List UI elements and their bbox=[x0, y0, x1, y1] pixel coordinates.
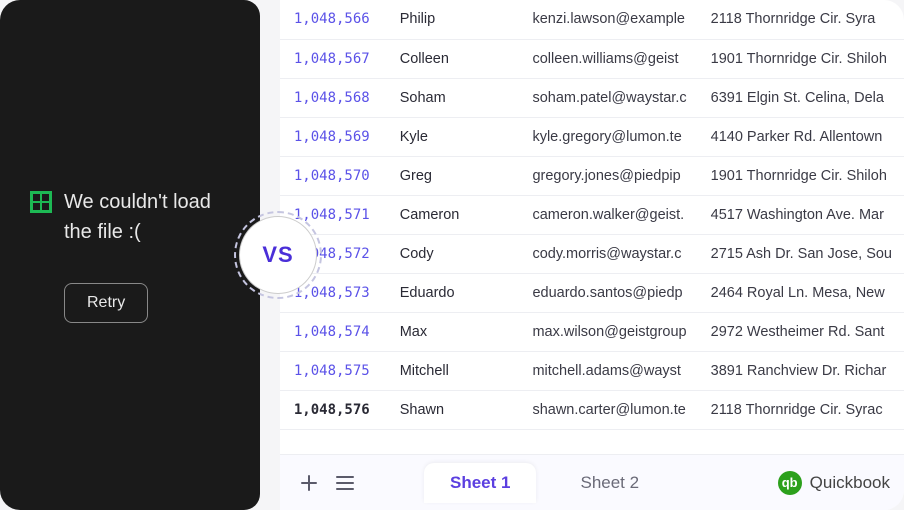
table-row[interactable]: 1,048,567Colleencolleen.williams@geist19… bbox=[280, 39, 904, 78]
cell-name: Greg bbox=[388, 156, 521, 195]
vs-badge: VS bbox=[242, 219, 314, 291]
cell-name: Colleen bbox=[388, 39, 521, 78]
cell-address: 2464 Royal Ln. Mesa, New bbox=[699, 273, 904, 312]
cell-address: 2972 Westheimer Rd. Sant bbox=[699, 312, 904, 351]
cell-id: 1,048,567 bbox=[280, 39, 388, 78]
table-row[interactable]: 1,048,568Sohamsoham.patel@waystar.c6391 … bbox=[280, 78, 904, 117]
cell-id: 1,048,569 bbox=[280, 117, 388, 156]
cell-address: 2118 Thornridge Cir. Syrac bbox=[699, 390, 904, 429]
cell-email: mitchell.adams@wayst bbox=[520, 351, 698, 390]
cell-name: Shawn bbox=[388, 390, 521, 429]
sheet-tabbar: Sheet 1 Sheet 2 qb Quickbook bbox=[280, 454, 904, 510]
table-row[interactable]: 1,048,571Cameroncameron.walker@geist.451… bbox=[280, 195, 904, 234]
cell-id: 1,048,574 bbox=[280, 312, 388, 351]
cell-email: max.wilson@geistgroup bbox=[520, 312, 698, 351]
cell-id: 1,048,568 bbox=[280, 78, 388, 117]
tab-quickbooks[interactable]: qb Quickbook bbox=[778, 471, 890, 495]
cell-name: Eduardo bbox=[388, 273, 521, 312]
cell-address: 4140 Parker Rd. Allentown bbox=[699, 117, 904, 156]
retry-button[interactable]: Retry bbox=[64, 283, 148, 323]
cell-name: Cameron bbox=[388, 195, 521, 234]
cell-address: 3891 Ranchview Dr. Richar bbox=[699, 351, 904, 390]
cell-email: kenzi.lawson@example bbox=[520, 0, 698, 39]
cell-id: 1,048,566 bbox=[280, 0, 388, 39]
spreadsheet-panel: 1,048,566Philipkenzi.lawson@example2118 … bbox=[280, 0, 904, 510]
sheet-menu-button[interactable] bbox=[330, 468, 360, 498]
cell-id: 1,048,576 bbox=[280, 390, 388, 429]
cell-name: Philip bbox=[388, 0, 521, 39]
data-table: 1,048,566Philipkenzi.lawson@example2118 … bbox=[280, 0, 904, 430]
cell-email: cameron.walker@geist. bbox=[520, 195, 698, 234]
cell-email: soham.patel@waystar.c bbox=[520, 78, 698, 117]
cell-email: eduardo.santos@piedp bbox=[520, 273, 698, 312]
error-message: We couldn't load the file :( bbox=[64, 187, 230, 247]
cell-email: colleen.williams@geist bbox=[520, 39, 698, 78]
cell-name: Kyle bbox=[388, 117, 521, 156]
cell-email: gregory.jones@piedpip bbox=[520, 156, 698, 195]
tab-sheet-1[interactable]: Sheet 1 bbox=[424, 463, 536, 503]
cell-email: kyle.gregory@lumon.te bbox=[520, 117, 698, 156]
cell-name: Mitchell bbox=[388, 351, 521, 390]
vs-label: VS bbox=[262, 242, 293, 268]
table-row[interactable]: 1,048,566Philipkenzi.lawson@example2118 … bbox=[280, 0, 904, 39]
table-row[interactable]: 1,048,569Kylekyle.gregory@lumon.te4140 P… bbox=[280, 117, 904, 156]
spreadsheet-icon bbox=[30, 191, 52, 213]
cell-name: Cody bbox=[388, 234, 521, 273]
cell-address: 6391 Elgin St. Celina, Dela bbox=[699, 78, 904, 117]
table-row[interactable]: 1,048,576Shawnshawn.carter@lumon.te2118 … bbox=[280, 390, 904, 429]
plus-icon bbox=[300, 474, 318, 492]
menu-icon bbox=[336, 476, 354, 490]
cell-address: 4517 Washington Ave. Mar bbox=[699, 195, 904, 234]
table-row[interactable]: 1,048,574Maxmax.wilson@geistgroup2972 We… bbox=[280, 312, 904, 351]
table-row[interactable]: 1,048,573Eduardoeduardo.santos@piedp2464… bbox=[280, 273, 904, 312]
cell-id: 1,048,570 bbox=[280, 156, 388, 195]
table-row[interactable]: 1,048,570Greggregory.jones@piedpip1901 T… bbox=[280, 156, 904, 195]
table-row[interactable]: 1,048,575Mitchellmitchell.adams@wayst389… bbox=[280, 351, 904, 390]
cell-name: Max bbox=[388, 312, 521, 351]
tab-sheet-2[interactable]: Sheet 2 bbox=[554, 463, 665, 503]
quickbooks-icon: qb bbox=[778, 471, 802, 495]
error-panel: We couldn't load the file :( Retry bbox=[0, 0, 260, 510]
cell-id: 1,048,575 bbox=[280, 351, 388, 390]
cell-name: Soham bbox=[388, 78, 521, 117]
cell-email: shawn.carter@lumon.te bbox=[520, 390, 698, 429]
cell-address: 1901 Thornridge Cir. Shiloh bbox=[699, 39, 904, 78]
tab-quickbooks-label: Quickbook bbox=[810, 473, 890, 493]
cell-address: 1901 Thornridge Cir. Shiloh bbox=[699, 156, 904, 195]
add-sheet-button[interactable] bbox=[294, 468, 324, 498]
cell-address: 2118 Thornridge Cir. Syra bbox=[699, 0, 904, 39]
cell-email: cody.morris@waystar.c bbox=[520, 234, 698, 273]
table-row[interactable]: 1,048,572Codycody.morris@waystar.c2715 A… bbox=[280, 234, 904, 273]
cell-address: 2715 Ash Dr. San Jose, Sou bbox=[699, 234, 904, 273]
